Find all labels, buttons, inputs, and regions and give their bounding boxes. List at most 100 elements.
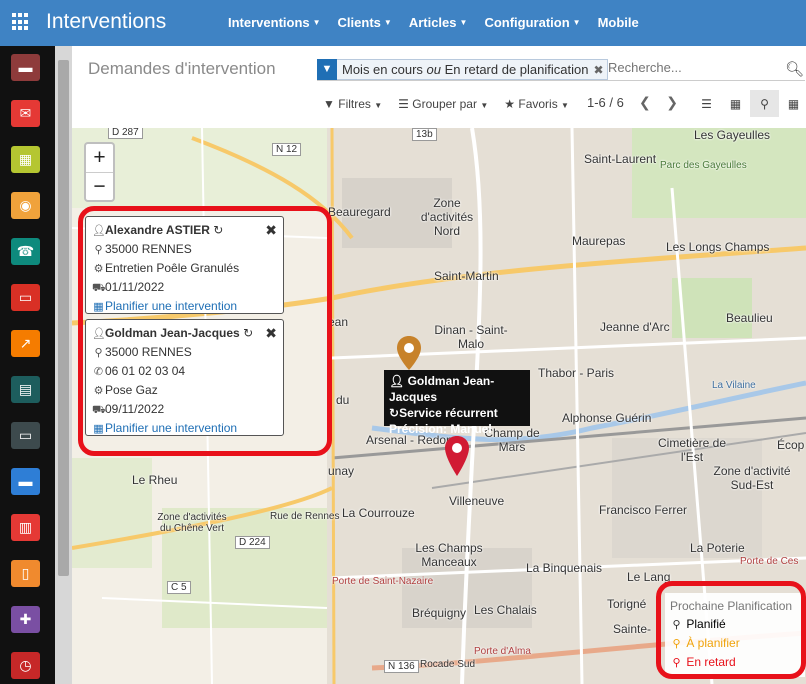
previous-page-icon[interactable]: ❮: [639, 94, 651, 110]
calendar-icon[interactable]: ▦: [11, 146, 40, 173]
search-icon[interactable]: 🔍︎: [785, 60, 804, 78]
menu-articles[interactable]: Articles ▼: [409, 15, 468, 30]
star-icon: ★: [504, 97, 516, 111]
road-label: D 224: [235, 536, 270, 549]
card-service-row: ⚙ Entretien Poêle Granulés: [92, 259, 277, 278]
intervention-card[interactable]: 👤︎Goldman Jean-Jacques ↻ ✖ ⚲ 35000 RENNES…: [85, 319, 284, 436]
marker-red-icon[interactable]: [445, 436, 469, 476]
recurrent-icon: ↻: [243, 326, 254, 340]
schedule-intervention-link[interactable]: ▦Planifier une intervention: [92, 297, 277, 316]
list-view-icon[interactable]: ☰: [692, 90, 721, 117]
caret-down-icon: ▼: [561, 101, 569, 110]
menu-label: Configuration: [484, 15, 570, 30]
map-place-label: Bréquigny: [412, 606, 467, 620]
map-road-label: Rue de Rennes: [270, 511, 340, 522]
menu-label: Articles: [408, 15, 457, 30]
remove-facet-icon[interactable]: ✖: [593, 63, 606, 77]
close-icon[interactable]: ✖: [265, 221, 277, 239]
menu-interventions[interactable]: Interventions ▼: [228, 15, 321, 30]
spreadsheet-icon[interactable]: ▤: [11, 376, 40, 403]
card-city-row: ⚲ 35000 RENNES: [92, 343, 277, 362]
marker-tooltip: 👤︎ Goldman Jean-Jacques ↻Service récurre…: [384, 370, 530, 436]
pager-value[interactable]: 1-6 / 6: [587, 95, 624, 110]
search-facet[interactable]: ▼ Mois en cours ou En retard de planific…: [317, 59, 608, 80]
filters-label: Filtres: [338, 97, 371, 111]
road-label: N 12: [272, 143, 302, 156]
map-place-label: Thabor - Paris: [538, 366, 615, 380]
map-place-label: Dinan - Saint-Malo: [434, 323, 508, 351]
client-name: Alexandre ASTIER: [105, 223, 210, 237]
group-by-button[interactable]: ☰ Grouper par ▼: [398, 97, 488, 111]
sidebar-scrollbar[interactable]: [55, 46, 72, 684]
refresh-icon: ↻: [389, 406, 400, 420]
tooltip-precision: Précision: Manuel: [389, 422, 492, 436]
schedule-intervention-link[interactable]: ▦Planifier une intervention: [92, 419, 277, 438]
caret-down-icon: ▼: [572, 18, 581, 27]
monitor-icon[interactable]: ▭: [11, 422, 40, 449]
map-road-label: Porte d'Alma: [474, 646, 531, 657]
marker-orange-icon[interactable]: [397, 336, 421, 370]
building-icon[interactable]: ▥: [11, 514, 40, 541]
map-place-label: La Poterie: [690, 541, 745, 555]
view-switcher: ☰ ▦ ⚲ ▦: [692, 90, 806, 117]
map-place-label: Saint-Laurent: [584, 152, 657, 166]
discuss-icon[interactable]: ▬: [11, 54, 40, 81]
main-menu: Interventions ▼ Clients ▼ Articles ▼ Config…: [228, 15, 639, 30]
next-page-icon[interactable]: ❯: [666, 94, 678, 110]
service-name: Entretien Poêle Granulés: [105, 261, 240, 275]
menu-mobile[interactable]: Mobile: [598, 15, 639, 30]
facet-separator: ou: [426, 62, 442, 77]
intervention-date: 01/11/2022: [105, 280, 165, 294]
map-view[interactable]: + − D 287 N 12 13b D 224 C 5 N 136 Saint…: [72, 128, 806, 684]
filter-icon: ▼: [323, 97, 335, 111]
filters-button[interactable]: ▼ Filtres ▼: [323, 97, 382, 111]
map-place-label: Zone d'activités du Chêne Vert: [157, 512, 227, 534]
zoom-out-button[interactable]: −: [86, 172, 113, 200]
close-icon[interactable]: ✖: [265, 324, 277, 342]
road-label: D 287: [108, 128, 143, 139]
search-input[interactable]: [608, 60, 768, 75]
mail-icon[interactable]: ✉: [11, 100, 40, 127]
chart-icon[interactable]: ↗: [11, 330, 40, 357]
favorites-button[interactable]: ★ Favoris ▼: [504, 97, 569, 111]
intervention-date: 09/11/2022: [105, 402, 165, 416]
tooltip-service: Service récurrent: [399, 406, 498, 420]
apps-menu-icon[interactable]: [12, 13, 30, 31]
card-phone-row: ✆ 06 01 02 03 04: [92, 362, 277, 381]
facet-text: Mois en cours ou En retard de planificat…: [337, 62, 593, 77]
scrollbar-thumb[interactable]: [58, 60, 69, 576]
client-phone: 06 01 02 03 04: [105, 364, 186, 378]
card-icon[interactable]: ▬: [11, 468, 40, 495]
truck-icon: ⛟: [92, 404, 106, 416]
map-place-label: Jeanne d'Arc: [600, 320, 670, 334]
map-search-icon[interactable]: ◉: [11, 192, 40, 219]
puzzle-icon[interactable]: ✚: [11, 606, 40, 633]
card-date-row: ⛟09/11/2022: [92, 400, 277, 419]
road-label: 13b: [412, 128, 437, 141]
client-name: Goldman Jean-Jacques: [105, 326, 240, 340]
cogs-icon: ⚙: [93, 263, 104, 275]
document-icon[interactable]: ▯: [11, 560, 40, 587]
folder-icon[interactable]: ▭: [11, 284, 40, 311]
caret-down-icon: ▼: [383, 18, 392, 27]
road-label: N 136: [384, 660, 419, 673]
contacts-icon[interactable]: ☎: [11, 238, 40, 265]
list-icon: ☰: [398, 97, 409, 111]
group-by-label: Grouper par: [412, 97, 477, 111]
search-options: ▼ Filtres ▼ ☰ Grouper par ▼ ★ Favoris ▼: [323, 97, 569, 111]
menu-clients[interactable]: Clients ▼: [338, 15, 392, 30]
kanban-view-icon[interactable]: ▦: [721, 90, 750, 117]
tooltip-service-row: ↻Service récurrent: [389, 405, 525, 421]
map-view-icon[interactable]: ⚲: [750, 90, 779, 117]
user-icon: 👤︎: [92, 328, 106, 340]
map-place-label: Les Champs Manceaux: [415, 541, 483, 569]
menu-configuration[interactable]: Configuration ▼: [484, 15, 580, 30]
page-title: Demandes d'intervention: [88, 59, 276, 78]
map-place-label: Le Rheu: [132, 473, 178, 487]
intervention-card[interactable]: 👤︎Alexandre ASTIER ↻ ✖ ⚲ 35000 RENNES ⚙ En…: [85, 216, 284, 314]
user-icon: 👤︎: [389, 374, 405, 388]
clock-icon[interactable]: ◷: [11, 652, 40, 679]
zoom-in-button[interactable]: +: [86, 144, 113, 172]
client-city: 35000 RENNES: [105, 242, 192, 256]
grid-view-icon[interactable]: ▦: [779, 90, 806, 117]
